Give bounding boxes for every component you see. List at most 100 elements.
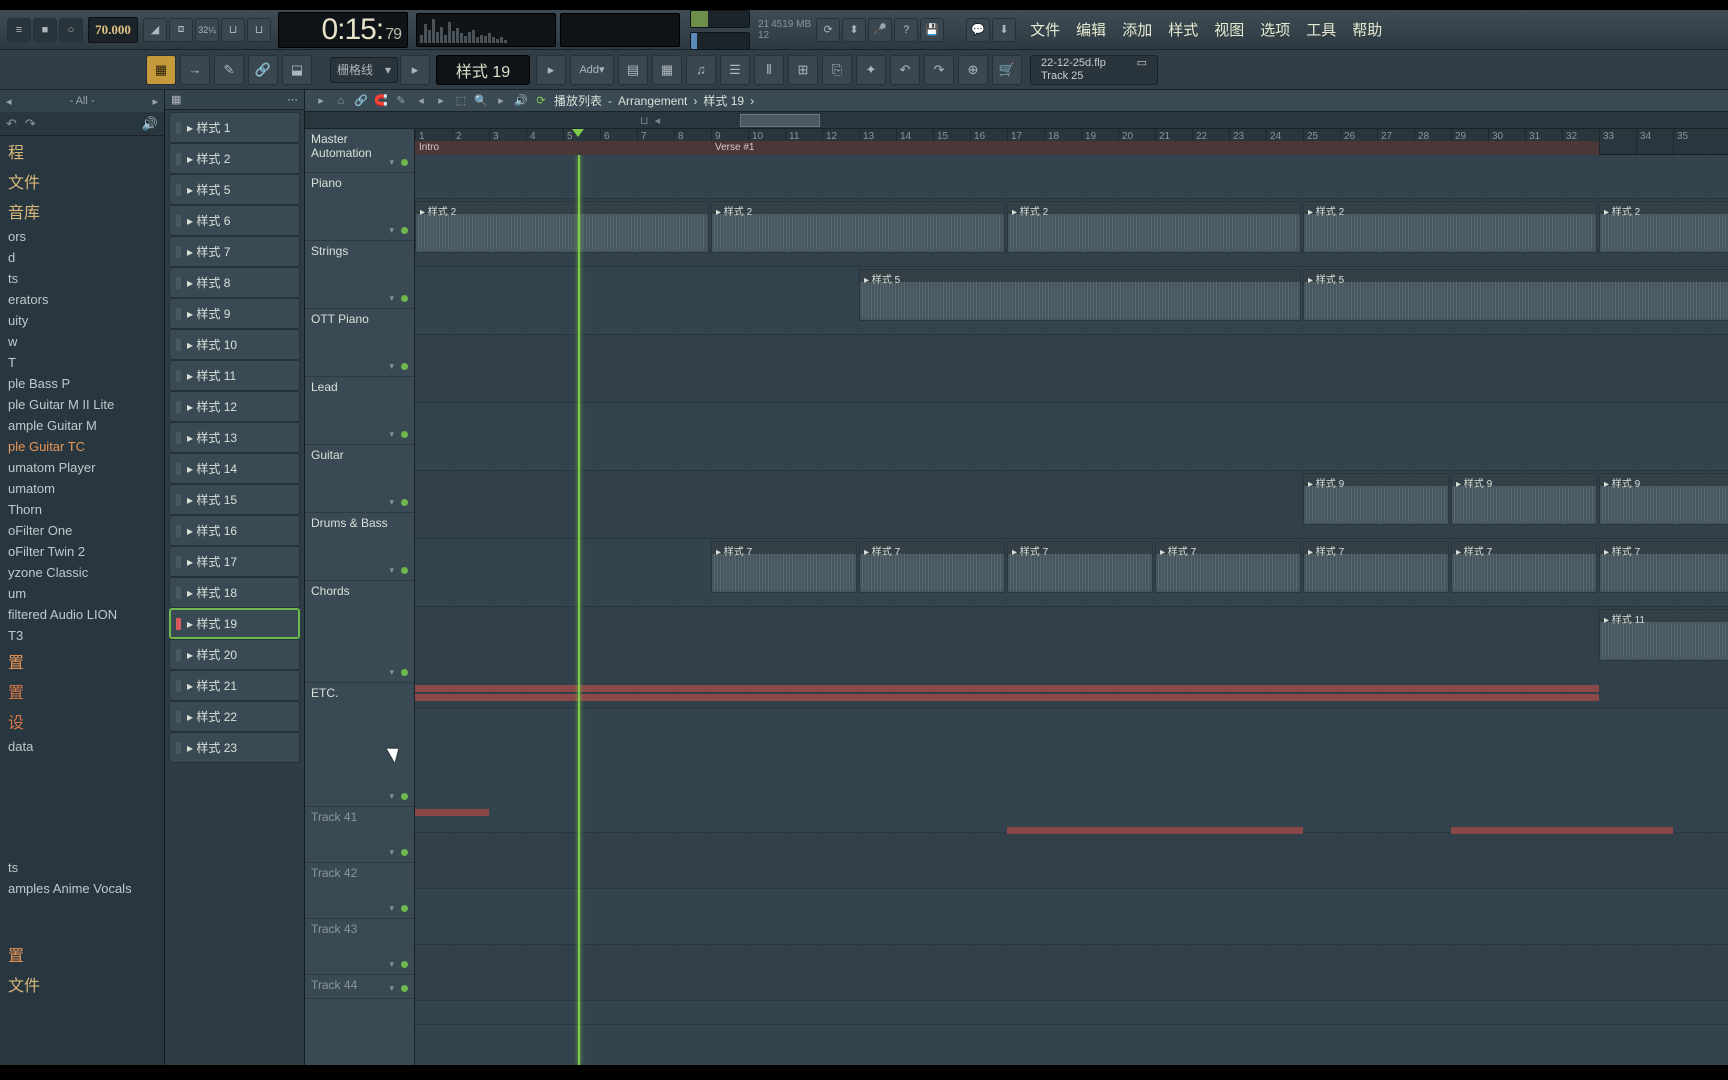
- browser-filter[interactable]: ◂ - All - ▸: [0, 90, 164, 112]
- browser-item[interactable]: T: [0, 352, 164, 373]
- pattern-item[interactable]: ▸ 样式 11: [169, 360, 300, 391]
- pattern-clip[interactable]: ▸ 样式 5: [859, 269, 1301, 321]
- track-header[interactable]: Guitar▾: [305, 445, 414, 513]
- menu-edit[interactable]: 编辑: [1071, 17, 1111, 42]
- browser-item[interactable]: ts: [0, 268, 164, 289]
- pattern-clip[interactable]: ▸ 样式 2: [415, 201, 709, 253]
- browser-item[interactable]: erators: [0, 289, 164, 310]
- track-header[interactable]: Track 43▾: [305, 919, 414, 975]
- undo-icon[interactable]: ↶: [890, 55, 920, 85]
- pattern-item[interactable]: ▸ 样式 13: [169, 422, 300, 453]
- copy-icon[interactable]: ⎘: [822, 55, 852, 85]
- track-header[interactable]: Track 41▾: [305, 807, 414, 863]
- loop-rec-icon[interactable]: ⊔: [221, 18, 245, 42]
- pl-edit-icon[interactable]: ✎: [393, 93, 409, 109]
- pattern-clip[interactable]: ▸ 样式 9: [1599, 473, 1728, 525]
- step-icon[interactable]: →: [180, 55, 210, 85]
- browser-item[interactable]: ts: [0, 857, 164, 878]
- blend-rec-icon[interactable]: ⊔: [247, 18, 271, 42]
- onekey-icon[interactable]: ⊕: [958, 55, 988, 85]
- browser-item[interactable]: umatom Player: [0, 457, 164, 478]
- download-icon[interactable]: ⬇: [992, 18, 1016, 42]
- browser-group[interactable]: 置: [0, 676, 164, 706]
- browser-fwd-icon[interactable]: ↷: [25, 116, 36, 132]
- menu-patterns[interactable]: 样式: [1163, 17, 1203, 42]
- metronome-icon[interactable]: ◢: [143, 18, 167, 42]
- browser-item[interactable]: T3: [0, 625, 164, 646]
- menu-help[interactable]: 帮助: [1347, 17, 1387, 42]
- browser-vol-icon[interactable]: 🔊: [142, 116, 158, 132]
- track-header[interactable]: Drums & Bass▾: [305, 513, 414, 581]
- track-header[interactable]: Piano▾: [305, 173, 414, 241]
- pattern-item[interactable]: ▸ 样式 9: [169, 298, 300, 329]
- pattern-clip[interactable]: ▸ 样式 7: [1451, 541, 1597, 593]
- pattern-item[interactable]: ▸ 样式 2: [169, 143, 300, 174]
- browser-item[interactable]: ple Guitar M II Lite: [0, 394, 164, 415]
- menu-add[interactable]: 添加: [1117, 17, 1157, 42]
- add-button[interactable]: Add ▾: [570, 55, 614, 85]
- browser-group[interactable]: 音库: [0, 196, 164, 226]
- browser-item[interactable]: w: [0, 331, 164, 352]
- pattern-clip[interactable]: ▸ 样式 7: [859, 541, 1005, 593]
- menu-tools[interactable]: 工具: [1301, 17, 1341, 42]
- track-header[interactable]: Track 44▾: [305, 975, 414, 999]
- menu-button[interactable]: ≡: [7, 18, 31, 42]
- pattern-crumb[interactable]: 样式 19: [703, 92, 744, 109]
- automation-clip[interactable]: [415, 809, 489, 816]
- pattern-item[interactable]: ▸ 样式 10: [169, 329, 300, 360]
- render-icon[interactable]: ⬓: [282, 55, 312, 85]
- pattern-clip[interactable]: ▸ 样式 2: [1007, 201, 1301, 253]
- browser-item[interactable]: data: [0, 736, 164, 757]
- track-header[interactable]: Lead▾: [305, 377, 414, 445]
- view-plugin-icon[interactable]: ⊞: [788, 55, 818, 85]
- pattern-item[interactable]: ▸ 样式 1: [169, 112, 300, 143]
- pattern-item[interactable]: ▸ 样式 22: [169, 701, 300, 732]
- view-mixer-icon[interactable]: ⫴: [754, 55, 784, 85]
- browser-item[interactable]: uity: [0, 310, 164, 331]
- arrangement-crumb[interactable]: Arrangement: [618, 94, 687, 108]
- pattern-clip[interactable]: ▸ 样式 7: [1007, 541, 1153, 593]
- midi-icon[interactable]: ⬍: [842, 18, 866, 42]
- browser-item[interactable]: oFilter Twin 2: [0, 541, 164, 562]
- timeline-ruler[interactable]: 1234567891011121314151617181920212223242…: [415, 129, 1728, 155]
- pl-sound-icon[interactable]: 🔊: [513, 93, 529, 109]
- pattern-clip[interactable]: ▸ 样式 9: [1451, 473, 1597, 525]
- automation-clip[interactable]: [415, 685, 1599, 692]
- pattern-display[interactable]: 样式 19: [436, 55, 530, 85]
- shop-icon[interactable]: 🛒: [992, 55, 1022, 85]
- pattern-clip[interactable]: ▸ 样式 7: [1155, 541, 1301, 593]
- pattern-item[interactable]: ▸ 样式 18: [169, 577, 300, 608]
- pattern-item[interactable]: ▸ 样式 6: [169, 205, 300, 236]
- browser-group[interactable]: 文件: [0, 166, 164, 196]
- pattern-item[interactable]: ▸ 样式 19: [169, 608, 300, 639]
- view-playlist-icon[interactable]: ▤: [618, 55, 648, 85]
- browser-group[interactable]: 文件: [0, 969, 164, 999]
- track-header[interactable]: Master Automation▾: [305, 129, 414, 173]
- pattern-item[interactable]: ▸ 样式 12: [169, 391, 300, 422]
- pattern-clip[interactable]: ▸ 样式 11: [1599, 609, 1728, 661]
- playhead[interactable]: [578, 155, 580, 1065]
- playlist-minimap[interactable]: ⊔ ◂: [305, 112, 1728, 129]
- browser-item[interactable]: yzone Classic: [0, 562, 164, 583]
- brush-icon[interactable]: ✎: [214, 55, 244, 85]
- play-small-icon[interactable]: ▸: [400, 55, 430, 85]
- pl-snap-icon[interactable]: ▸: [493, 93, 509, 109]
- pattern-item[interactable]: ▸ 样式 15: [169, 484, 300, 515]
- redo-icon[interactable]: ↷: [924, 55, 954, 85]
- pattern-clip[interactable]: ▸ 样式 2: [711, 201, 1005, 253]
- pl-sel-icon[interactable]: ⬚: [453, 93, 469, 109]
- browser-item[interactable]: Thorn: [0, 499, 164, 520]
- mic-icon[interactable]: 🎤: [868, 18, 892, 42]
- pl-play-state-icon[interactable]: ⟳: [533, 93, 549, 109]
- pattern-clip[interactable]: ▸ 样式 2: [1599, 201, 1728, 253]
- menu-file[interactable]: 文件: [1025, 17, 1065, 42]
- browser-item[interactable]: d: [0, 247, 164, 268]
- browser-item[interactable]: ors: [0, 226, 164, 247]
- time-display[interactable]: 0:15: 79: [278, 12, 408, 48]
- pattern-item[interactable]: ▸ 样式 8: [169, 267, 300, 298]
- pattern-item[interactable]: ▸ 样式 23: [169, 732, 300, 763]
- playlist-grid[interactable]: ▸ 样式 2▸ 样式 2▸ 样式 2▸ 样式 2▸ 样式 2▸ 样式 5▸ 样式…: [415, 155, 1728, 1065]
- pl-link-icon[interactable]: 🔗: [353, 93, 369, 109]
- pl-right-icon[interactable]: ▸: [433, 93, 449, 109]
- feedback-icon[interactable]: 💬: [966, 18, 990, 42]
